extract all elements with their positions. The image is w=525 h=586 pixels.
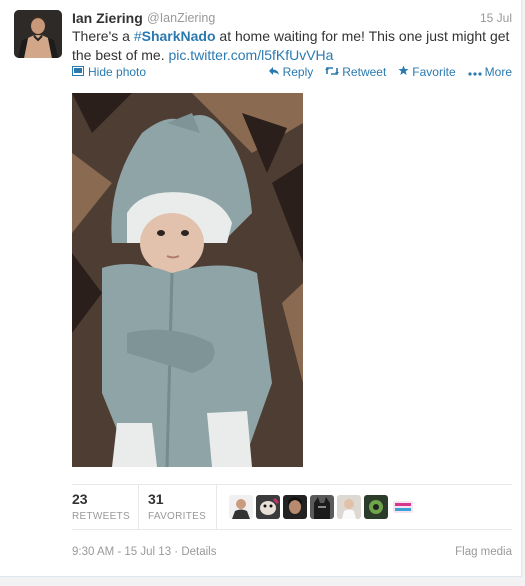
favoriters-avatars [229,495,415,519]
retweets-label: RETWEETS [72,511,130,522]
pic-link[interactable]: pic.twitter.com/l5fKfUvVHa [169,47,334,63]
hide-photo-label: Hide photo [88,65,147,79]
star-icon [398,65,409,79]
more-dots-icon [468,65,482,79]
author-avatar[interactable] [14,10,62,58]
more-button[interactable]: More [468,65,512,79]
favorite-button[interactable]: Favorite [398,65,456,79]
favorites-stat[interactable]: 31 FAVORITES [148,491,206,522]
favoriter-avatar[interactable] [283,495,307,519]
tweet-date[interactable]: 15 Jul [480,11,512,25]
favoriter-avatar[interactable] [391,495,415,519]
author-name[interactable]: Ian Ziering [72,10,143,26]
retweets-count: 23 [72,491,88,507]
tweet-text-before: There's a [72,28,134,44]
stats-divider [216,485,217,529]
full-timestamp: 9:30 AM - 15 Jul 13 [72,546,172,558]
favorites-count: 31 [148,491,164,507]
tweet-header: Ian Ziering @IanZiering 15 Jul [72,10,512,28]
hashtag-link[interactable]: #SharkNado [134,28,216,44]
details-link[interactable]: Details [181,546,216,558]
baby-in-shark-robe-image [72,93,303,467]
tweet-photo[interactable] [72,93,303,467]
tweet-stats: 23 RETWEETS 31 FAVORITES [72,484,512,530]
footer-separator: · [171,546,182,558]
favoriter-avatar[interactable] [256,495,280,519]
reply-label: Reply [282,65,314,79]
retweet-label: Retweet [342,65,387,79]
hashtag-text: SharkNado [141,28,216,44]
photo-icon [72,65,84,79]
reply-button[interactable]: Reply [268,65,314,79]
favoriter-avatar[interactable] [337,495,361,519]
favorites-label: FAVORITES [148,511,207,522]
tweet-card: Ian Ziering @IanZiering 15 Jul There's a… [0,0,522,577]
tweet-action-row: Hide photo Reply Retweet Favorite More [72,65,512,81]
hide-photo-button[interactable]: Hide photo [72,65,146,79]
favoriter-avatar[interactable] [364,495,388,519]
stats-divider [138,485,139,529]
retweets-stat[interactable]: 23 RETWEETS [72,491,130,522]
more-label: More [484,65,512,79]
tweet-actions: Reply Retweet Favorite More [268,65,512,79]
flag-media-link[interactable]: Flag media [455,546,512,558]
author-handle[interactable]: @IanZiering [147,11,215,25]
retweet-button[interactable]: Retweet [325,65,386,79]
favorite-label: Favorite [412,65,456,79]
tweet-text: There's a #SharkNado at home waiting for… [72,27,512,65]
favoriter-avatar[interactable] [229,495,253,519]
reply-icon [268,65,280,79]
favoriter-avatar[interactable] [310,495,334,519]
retweet-icon [325,65,340,79]
footer-left: 9:30 AM - 15 Jul 13 · Details [72,546,216,558]
hashtag-symbol: # [133,28,142,44]
